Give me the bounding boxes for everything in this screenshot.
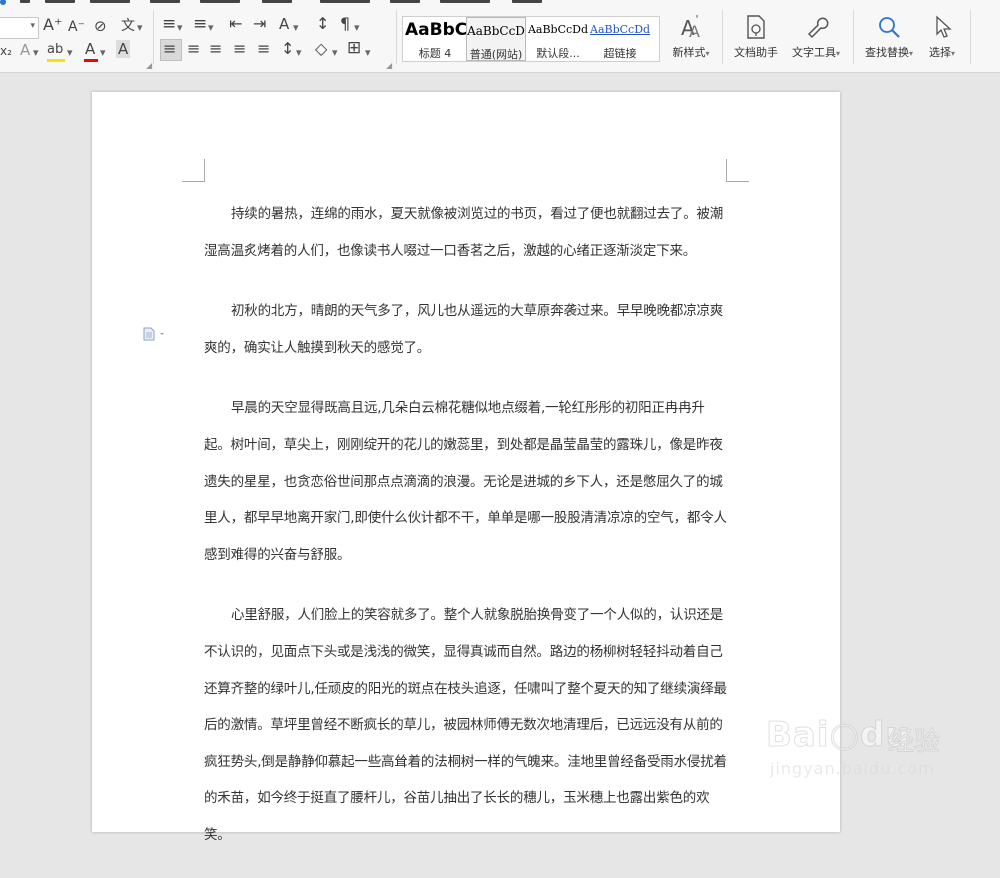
style-hyperlink[interactable]: AaBbCcDd 超链接 (590, 17, 650, 61)
app-logo-icon (0, 0, 6, 5)
chevron-down-icon[interactable]: ▾ (293, 19, 299, 37)
style-preview: AaBbCcDd (590, 23, 651, 36)
align-left-button[interactable]: ≡ (163, 40, 176, 58)
bullets-button[interactable]: ≡ (162, 15, 176, 33)
paragraph[interactable]: 持续的暑热，连绵的雨水，夏天就像被浏览过的书页，看过了便也就翻过去了。被潮湿高温… (204, 196, 728, 269)
grow-font-button[interactable]: A⁺ (43, 16, 62, 34)
new-style-label: 新样式 (672, 46, 706, 59)
clear-format-icon[interactable]: ⊘ (94, 17, 107, 35)
chevron-down-icon[interactable]: ▾ (296, 44, 302, 62)
new-style-icon: A A (681, 15, 700, 40)
style-normal-web[interactable]: AaBbCcD 普通(网站) (466, 17, 526, 61)
highlight-color-bar (47, 59, 65, 62)
find-replace-button[interactable]: 查找替换▾ (860, 14, 918, 60)
style-preview: AaBbC (405, 20, 468, 40)
numbering-button[interactable]: ≡ (193, 15, 207, 33)
select-label: 选择 (928, 46, 951, 59)
style-preview: AaBbCcDd (527, 23, 589, 36)
document-page[interactable]: 持续的暑热，连绵的雨水，夏天就像被浏览过的书页，看过了便也就翻过去了。被潮湿高温… (92, 92, 840, 843)
font-size-select[interactable]: ▾ (0, 17, 39, 39)
group-separator (396, 10, 397, 64)
distributed-button[interactable]: ≡ (257, 40, 270, 58)
sort-button[interactable]: ↕ (316, 15, 329, 33)
text-direction-button[interactable]: A (279, 15, 289, 33)
chevron-down-icon[interactable]: ▾ (365, 44, 371, 62)
watermark-url: jingyan.baidu.com (770, 759, 935, 778)
find-replace-label: 查找替换 (864, 46, 909, 59)
style-heading4[interactable]: AaBbC 标题 4 (405, 17, 468, 61)
chevron-down-icon[interactable]: ▾ (332, 44, 338, 62)
borders-button[interactable]: ⊞ (347, 39, 361, 57)
group-separator (970, 10, 971, 64)
style-name: 普通(网站) (469, 48, 523, 61)
style-name: 超链接 (603, 47, 637, 60)
shading-button[interactable]: ◇ (315, 40, 327, 58)
show-marks-button[interactable]: ¶ (340, 15, 350, 33)
style-preview: AaBbCcD (467, 24, 525, 38)
chevron-down-icon[interactable]: ▾ (100, 44, 106, 62)
style-gallery: AaBbC 标题 4 AaBbCcD 普通(网站) AaBbCcDd 默认段..… (402, 16, 660, 62)
margin-corner-mark (726, 159, 749, 182)
paragraph[interactable]: 心里舒服，人们脸上的笑容就多了。整个人就象脱胎换骨变了一个人似的，认识还是不认识… (204, 597, 728, 853)
style-name: 默认段... (536, 47, 580, 60)
new-style-button[interactable]: A A 新样式▾ (668, 14, 714, 60)
align-right-button[interactable]: ≡ (209, 40, 222, 58)
text-tools-label: 文字工具 (791, 46, 836, 59)
style-name: 标题 4 (418, 47, 452, 60)
cut-off-menu-strip (0, 0, 560, 5)
baidu-jingyan-watermark: Bai○du 经验 jingyan.baidu.com (738, 713, 978, 783)
document-body[interactable]: 持续的暑热，连绵的雨水，夏天就像被浏览过的书页，看过了便也就翻过去了。被潮湿高温… (204, 196, 728, 878)
chevron-down-icon[interactable]: ▾ (354, 19, 360, 37)
paragraph-layout-icon[interactable] (143, 326, 167, 345)
font-dialog-launcher-icon[interactable]: ◢ (146, 61, 152, 70)
margin-corner-mark (182, 159, 205, 182)
chevron-down-icon[interactable]: ▾ (67, 44, 73, 62)
select-button[interactable]: 选择▾ (922, 14, 962, 60)
line-spacing-button[interactable]: ↕ (281, 40, 294, 58)
wrench-icon (807, 17, 829, 39)
doc-assistant-icon (747, 15, 765, 39)
decrease-indent-button[interactable]: ⇤ (229, 15, 242, 33)
doc-assistant-label: 文档助手 (734, 46, 778, 59)
doc-assistant-button[interactable]: 文档助手 (730, 14, 782, 60)
chevron-down-icon[interactable]: ▾ (177, 19, 183, 37)
ribbon-toolbar: ▾ A⁺ A⁻ ⊘ 文 ▾ x₂ A ▾ ab ▾ A ▾ A ◢ ≡ ▾ ≡ … (0, 0, 1000, 73)
increase-indent-button[interactable]: ⇥ (253, 15, 266, 33)
group-separator (853, 10, 854, 64)
align-center-button[interactable]: ≡ (187, 40, 200, 58)
justify-button[interactable]: ≡ (233, 40, 246, 58)
style-default-paragraph[interactable]: AaBbCcDd 默认段... (527, 17, 589, 61)
subscript-button[interactable]: x₂ (0, 42, 12, 60)
chevron-down-icon[interactable]: ▾ (208, 19, 214, 37)
group-separator (153, 10, 154, 64)
shrink-font-button[interactable]: A⁻ (68, 18, 85, 36)
highlight-button[interactable]: ab (47, 41, 63, 59)
text-effect-button[interactable]: A (20, 41, 30, 59)
group-separator (722, 10, 723, 64)
cursor-arrow-icon (936, 15, 952, 38)
font-color-bar (84, 59, 98, 62)
text-tools-button[interactable]: 文字工具▾ (787, 14, 845, 60)
paragraph-dialog-launcher-icon[interactable]: ◢ (386, 61, 392, 70)
chevron-down-icon[interactable]: ▾ (137, 19, 143, 37)
paragraph[interactable]: 初秋的北方，晴朗的天气多了，风儿也从遥远的大草原奔袭过来。早早晚晚都凉凉爽爽的，… (204, 293, 728, 366)
font-color-button[interactable]: A (85, 40, 95, 58)
paragraph[interactable]: 早晨的天空显得既高且远,几朵白云棉花糖似地点缀着,一轮红彤彤的初阳正冉冉升起。树… (204, 390, 728, 573)
search-icon (879, 17, 900, 38)
char-shading-button[interactable]: A (116, 40, 131, 58)
watermark-cn: 经验 (887, 727, 941, 758)
phonetic-guide-button[interactable]: 文 (121, 17, 135, 35)
svg-text:A: A (689, 22, 700, 40)
chevron-down-icon[interactable]: ▾ (33, 44, 39, 62)
